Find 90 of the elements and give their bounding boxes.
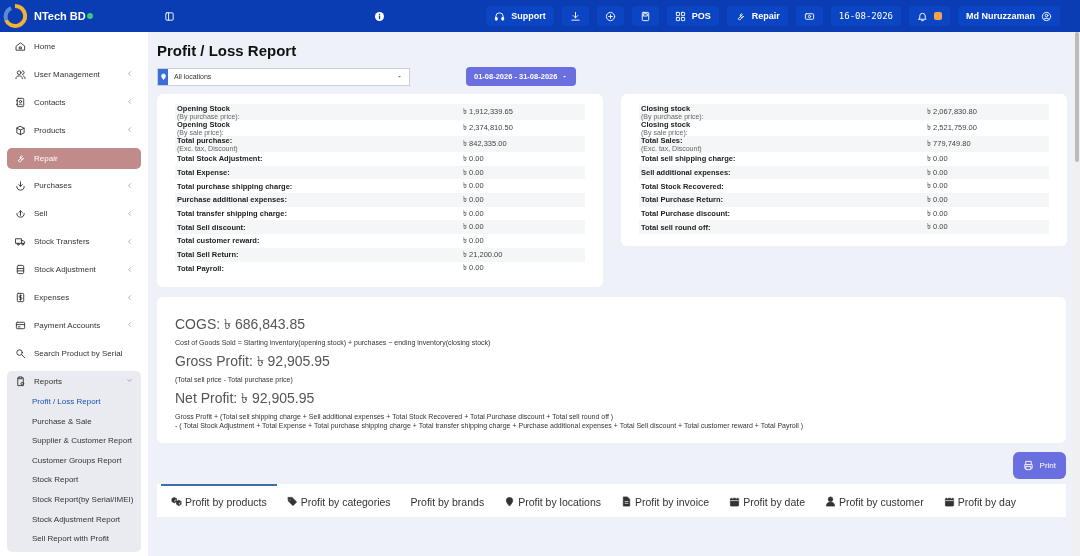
sidebar-item[interactable]: Stock Adjustment	[7, 259, 141, 281]
chevron-down-icon	[126, 377, 133, 385]
notification-badge	[934, 12, 942, 20]
card-icon	[15, 319, 26, 331]
tab[interactable]: Profit by day	[933, 484, 1026, 518]
sidebar-item[interactable]: Expenses	[7, 287, 141, 308]
chevron-left-icon	[126, 293, 133, 301]
wrench-icon	[15, 152, 26, 164]
info-icon[interactable]	[375, 11, 384, 21]
sidebar-item[interactable]: Sell	[7, 203, 141, 225]
toolbar-button[interactable]	[631, 6, 659, 26]
sidebar-item[interactable]: Contacts	[7, 91, 141, 113]
map-pin-icon	[159, 73, 167, 80]
sidebar-toggle-icon	[164, 10, 175, 22]
tab[interactable]: Profit by customer	[815, 484, 934, 518]
submenu-item[interactable]: Stock Report	[7, 470, 141, 490]
download-icon	[15, 180, 26, 192]
submenu-item[interactable]: Stock Adjustment Report	[7, 509, 141, 529]
summary-heading: Net Profit: ৳ 92,905.95	[175, 389, 316, 409]
submenu-item[interactable]: Customer Groups Report	[7, 450, 141, 471]
summary-heading: COGS: ৳ 686,843.85	[175, 315, 306, 335]
sidebar-item[interactable]: Home	[7, 36, 141, 57]
report-icon	[15, 375, 26, 387]
chevron-left-icon	[126, 98, 133, 106]
file-icon	[621, 496, 632, 508]
home-icon	[15, 41, 26, 52]
search-icon	[15, 347, 26, 359]
tab[interactable]: Profit by products	[161, 484, 277, 518]
box-icon	[15, 124, 26, 136]
chevron-left-icon	[126, 181, 133, 189]
chevron-left-icon	[126, 321, 133, 329]
tab[interactable]: Profit by categories	[276, 484, 401, 518]
print-button[interactable]: Print	[1012, 452, 1066, 480]
sidebar-item[interactable]: User Management	[7, 63, 141, 85]
plus-circle-icon	[604, 10, 616, 22]
users-icon	[15, 68, 26, 80]
sidebar-item[interactable]: Search Product by Serial	[7, 342, 141, 364]
chevron-left-icon	[126, 265, 133, 273]
calendar-icon	[943, 496, 955, 508]
submenu-item[interactable]: Purchase & Sale	[7, 411, 141, 431]
brand-name: NTech BD	[34, 10, 86, 22]
caret-down-icon	[396, 73, 403, 80]
user-menu-button[interactable]: Md Nuruzzaman	[958, 6, 1060, 26]
map-pin-icon	[504, 496, 516, 508]
tags-icon	[286, 496, 298, 508]
sidebar-item[interactable]: Products	[7, 119, 141, 141]
page-title: Profit / Loss Report	[157, 42, 298, 59]
chevron-left-icon	[126, 209, 133, 217]
sidebar-item[interactable]: Purchases	[7, 175, 141, 197]
contact-card-icon	[15, 96, 26, 108]
toolbar-button[interactable]: POS	[666, 6, 719, 26]
date-button[interactable]: 16-08-2026	[830, 6, 901, 26]
database-icon	[15, 264, 26, 276]
submenu-item[interactable]: Profit / Loss Report	[7, 391, 141, 412]
cash-icon	[803, 10, 815, 22]
upload-icon	[15, 208, 26, 220]
chevron-left-icon	[126, 70, 133, 78]
toolbar-button[interactable]	[795, 6, 823, 26]
tab[interactable]: Profit by brands	[400, 484, 495, 518]
bell-icon	[917, 10, 928, 22]
submenu-item[interactable]: Sell Report with Profit	[7, 528, 141, 549]
calendar-icon	[729, 496, 741, 508]
toolbar-button[interactable]	[561, 6, 589, 26]
submenu-item[interactable]: Supplier & Customer Report	[7, 430, 141, 451]
tab[interactable]: Profit by date	[719, 484, 815, 518]
grid-icon	[674, 10, 686, 22]
download-icon	[569, 10, 581, 22]
submenu-item[interactable]: Stock Report(by Serial/IMEI)	[7, 489, 141, 510]
toolbar-button[interactable]	[596, 6, 624, 26]
user-circle-icon	[1041, 10, 1052, 22]
chevron-left-icon	[126, 237, 133, 245]
logo-icon	[2, 3, 28, 29]
sidebar-item[interactable]: Stock Transfers	[7, 231, 141, 253]
sidebar-item[interactable]: Payment Accounts	[7, 314, 141, 336]
user-icon	[825, 496, 836, 508]
scrollbar[interactable]	[1074, 32, 1080, 556]
calculator-icon	[639, 10, 651, 22]
summary-heading: Gross Profit: ৳ 92,905.95	[175, 352, 331, 372]
chevron-left-icon	[126, 126, 133, 134]
cubes-icon	[171, 496, 182, 508]
toolbar-button[interactable]: Repair	[726, 6, 788, 26]
sidebar-item[interactable]: Reports	[7, 370, 141, 392]
notifications-button[interactable]	[909, 6, 950, 26]
toolbar-button[interactable]: Support	[486, 6, 554, 26]
truck-icon	[15, 236, 26, 248]
tab[interactable]: Profit by invoice	[611, 484, 720, 518]
headset-icon	[494, 10, 506, 22]
tab[interactable]: Profit by locations	[494, 484, 611, 518]
dollar-note-icon	[15, 292, 26, 303]
printer-icon	[1022, 460, 1034, 472]
